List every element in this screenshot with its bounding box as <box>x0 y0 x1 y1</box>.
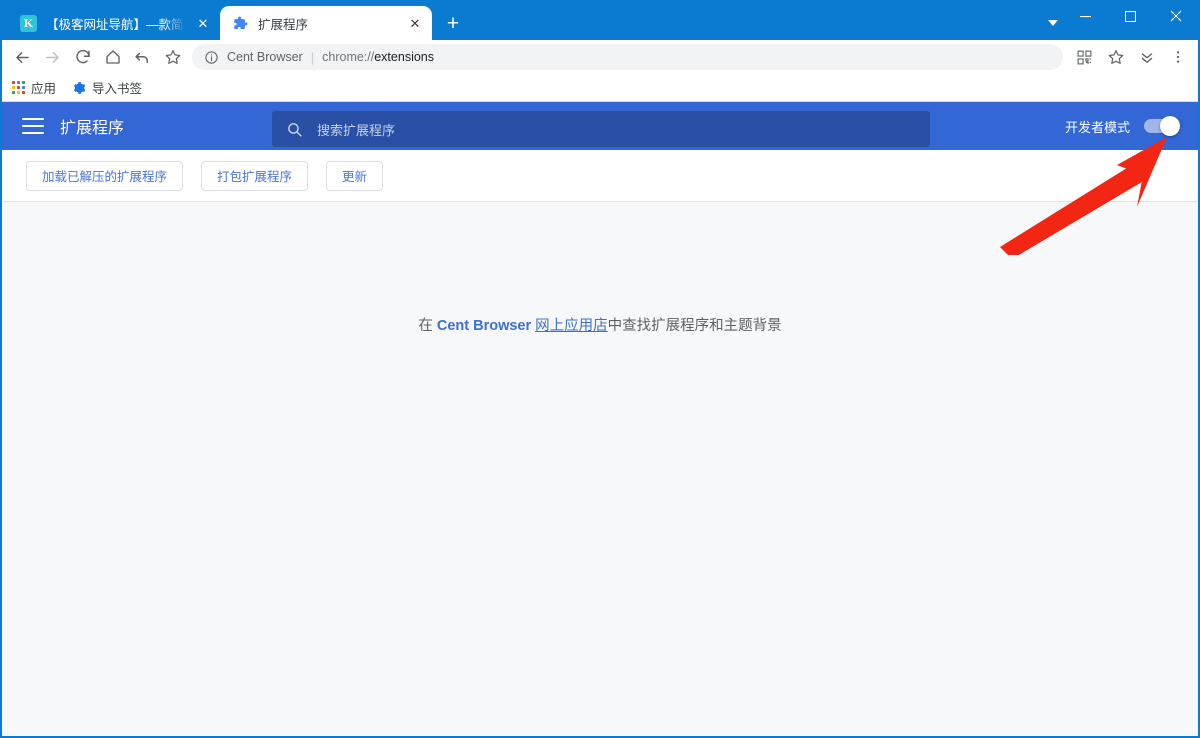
empty-state-message: 在 Cent Browser 网上应用店中查找扩展程序和主题背景 <box>2 314 1198 335</box>
search-icon <box>286 121 303 138</box>
double-chevron-down-icon[interactable] <box>1132 43 1161 72</box>
browser-window: K 【极客网址导航】—款简单纯净 ✕ 扩展程序 ✕ + <box>0 0 1200 738</box>
url-path: extensions <box>374 50 434 64</box>
bookmark-item-import[interactable]: 导入书签 <box>72 78 142 97</box>
close-icon[interactable]: ✕ <box>406 14 424 32</box>
undo-close-tab-button[interactable] <box>128 43 157 72</box>
dev-mode-toggle[interactable] <box>1144 116 1180 136</box>
extensions-page: 扩展程序 搜索扩展程序 开发者模式 加载已解压的扩展程序 打包扩展程序 更新 在… <box>2 102 1198 736</box>
minimize-button[interactable] <box>1063 0 1108 32</box>
bookmark-label: 导入书签 <box>92 82 143 96</box>
page-title: 扩展程序 <box>60 120 125 137</box>
chevron-down-icon[interactable] <box>1044 14 1062 32</box>
reload-button[interactable] <box>68 43 97 72</box>
back-button[interactable] <box>8 43 37 72</box>
star-icon[interactable] <box>158 43 187 72</box>
gear-icon <box>72 81 86 95</box>
window-controls <box>1063 0 1198 32</box>
puzzle-piece-favicon <box>232 15 249 32</box>
load-unpacked-button[interactable]: 加载已解压的扩展程序 <box>26 160 184 191</box>
tab-title: 【极客网址导航】—款简单纯净 <box>46 17 185 32</box>
apps-grid-icon <box>12 81 25 94</box>
close-icon[interactable]: ✕ <box>194 14 212 32</box>
search-placeholder: 搜索扩展程序 <box>317 122 396 138</box>
bookmarks-bar: 应用 导入书签 <box>2 74 1198 102</box>
close-button[interactable] <box>1153 0 1198 32</box>
new-tab-button[interactable]: + <box>438 8 468 38</box>
webstore-brand-link[interactable]: Cent Browser <box>437 318 531 334</box>
omnibox[interactable]: Cent Browser | chrome://extensions <box>192 44 1063 70</box>
bookmark-label: 应用 <box>31 82 57 96</box>
navigation-toolbar: Cent Browser | chrome://extensions <box>2 40 1198 74</box>
dev-mode-label: 开发者模式 <box>1064 119 1130 135</box>
search-input[interactable]: 搜索扩展程序 <box>272 111 930 147</box>
webstore-link[interactable]: 网上应用店 <box>535 318 608 334</box>
toggle-knob <box>1160 116 1180 136</box>
three-dot-menu-icon[interactable] <box>1163 43 1192 72</box>
info-circle-icon[interactable] <box>204 50 219 65</box>
extensions-header: 扩展程序 搜索扩展程序 开发者模式 <box>2 102 1198 150</box>
letter-k-favicon: K <box>20 14 37 32</box>
hamburger-menu-icon[interactable] <box>22 118 44 134</box>
omnibox-origin: Cent Browser <box>227 50 303 64</box>
extensions-toolbar: 加载已解压的扩展程序 打包扩展程序 更新 <box>2 150 1198 202</box>
omnibox-url: chrome://extensions <box>322 50 434 64</box>
empty-suffix: 中查找扩展程序和主题背景 <box>607 318 782 334</box>
star-icon[interactable] <box>1101 43 1130 72</box>
tab-extensions[interactable]: 扩展程序 ✕ <box>220 6 432 40</box>
forward-button[interactable] <box>38 43 67 72</box>
favicon-letter: K <box>20 14 37 32</box>
bookmark-item-apps[interactable]: 应用 <box>12 78 56 97</box>
toolbar-right-icons <box>1070 43 1192 72</box>
extensions-list-empty: 在 Cent Browser 网上应用店中查找扩展程序和主题背景 <box>2 202 1198 736</box>
update-button[interactable]: 更新 <box>326 160 384 191</box>
qr-code-icon[interactable] <box>1070 43 1099 72</box>
pack-extension-button[interactable]: 打包扩展程序 <box>201 160 309 191</box>
empty-prefix: 在 <box>418 318 437 334</box>
tab-strip: K 【极客网址导航】—款简单纯净 ✕ 扩展程序 ✕ + <box>2 0 1198 40</box>
tab-title: 扩展程序 <box>258 17 309 32</box>
maximize-button[interactable] <box>1108 0 1153 32</box>
dev-mode-control: 开发者模式 <box>1064 102 1180 150</box>
url-scheme: chrome:// <box>322 50 375 64</box>
home-button[interactable] <box>98 43 127 72</box>
tab-geek-nav[interactable]: K 【极客网址导航】—款简单纯净 ✕ <box>8 6 220 40</box>
omnibox-separator: | <box>310 49 315 65</box>
